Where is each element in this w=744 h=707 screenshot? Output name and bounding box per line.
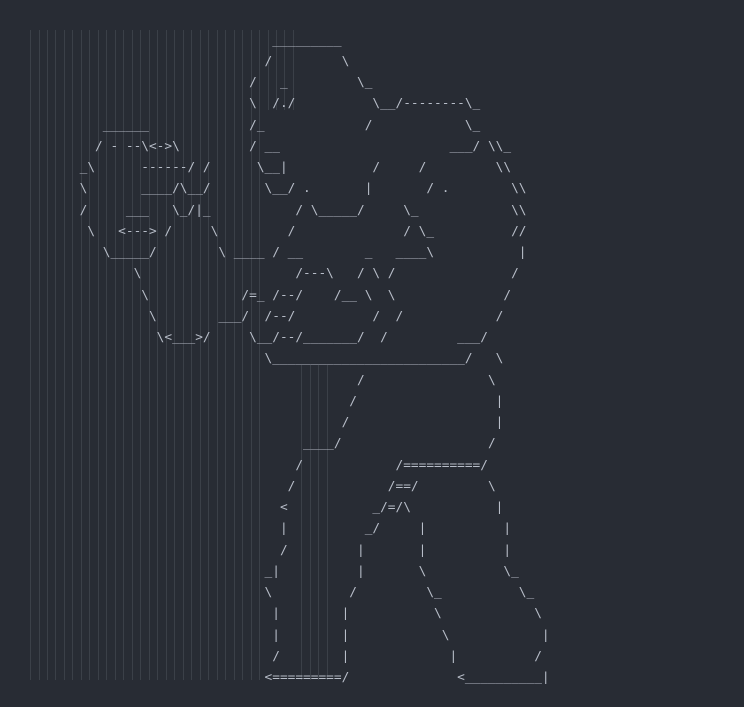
code-line[interactable]: \ / \_ \_ [18,582,535,603]
code-line[interactable]: | | \ \ [18,603,542,624]
code-line[interactable]: / /==/ \ [18,476,496,497]
code-line[interactable]: / | [18,412,504,433]
code-line[interactable]: \ ____/\__/ \__/ . | / . \\ [18,178,527,199]
code-line[interactable]: < _/=/\ | [18,497,503,518]
code-line[interactable]: \_________________________/ \ [18,348,504,369]
code-line[interactable]: \ <---> / \ / / \_ // [18,221,526,242]
code-line[interactable]: _\ ------/ / \__| / / \\ [18,157,511,178]
code-line[interactable]: / | [18,391,503,412]
code-line[interactable]: | | \ | [18,625,549,646]
code-line[interactable]: / | | | [18,540,511,561]
code-line[interactable]: / _ \_ [18,72,372,93]
code-line[interactable]: / \ [18,51,350,72]
code-line[interactable]: ______ /_ / \_ [18,115,481,136]
code-line[interactable]: ____/ / [18,433,496,454]
code-line[interactable]: / \ [18,370,496,391]
code-editor[interactable]: 1234567890123456789012345678901234 _____… [0,0,744,707]
code-line[interactable]: <=========/ <__________| [18,667,550,688]
code-line[interactable]: _________ [18,30,341,51]
code-line[interactable]: / - --\<->\ / __ ___/ \\_ [18,136,511,157]
code-line[interactable]: / | | / [18,646,542,667]
code-line[interactable]: \ /./ \__/--------\_ [18,93,480,114]
code-line[interactable]: \ ___/ /--/ / / / [18,306,503,327]
code-line[interactable]: | _/ | | [18,518,511,539]
code-line[interactable]: \_____/ \ ____ / __ _ ____\ | [18,242,527,263]
code-line[interactable]: / ___ \_/|_ / \_____/ \_ \\ [18,200,527,221]
code-line[interactable]: \ /---\ / \ / / [18,263,519,284]
code-line[interactable]: \ /=_ /--/ /__ \ \ / [18,285,511,306]
code-line[interactable]: / /==========/ [18,455,488,476]
code-line[interactable]: _| | \ \_ [18,561,519,582]
code-line[interactable]: \<___>/ \__/--/_______/ / ___/ [18,327,488,348]
